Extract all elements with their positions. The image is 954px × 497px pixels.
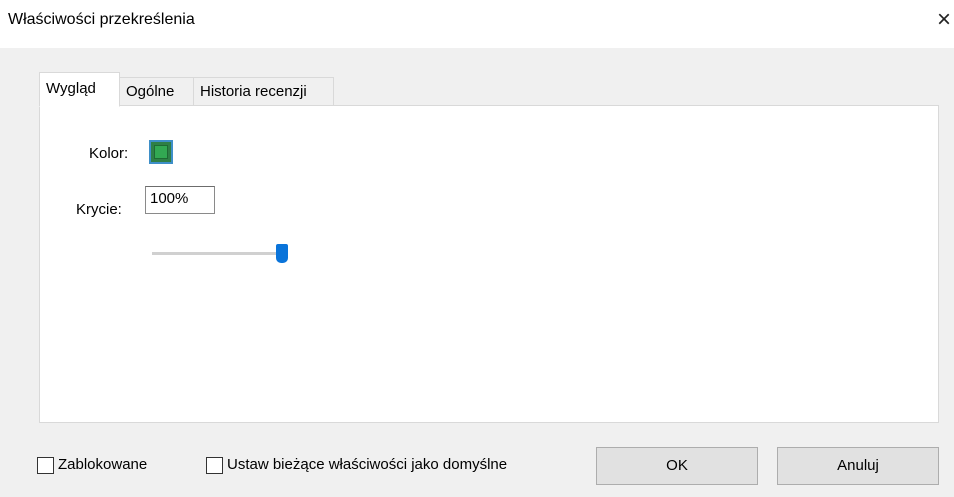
title-bar: Właściwości przekreślenia × — [0, 0, 954, 48]
opacity-slider-track[interactable] — [152, 252, 282, 255]
tab-historia-recenzji[interactable]: Historia recenzji — [193, 77, 334, 105]
color-swatch[interactable] — [149, 140, 173, 164]
opacity-slider-thumb[interactable] — [276, 244, 288, 263]
locked-checkbox[interactable] — [37, 457, 54, 474]
cancel-button[interactable]: Anuluj — [777, 447, 939, 485]
set-default-checkbox[interactable] — [206, 457, 223, 474]
opacity-field[interactable]: 100% — [145, 186, 215, 214]
locked-label: Zablokowane — [58, 456, 148, 473]
dialog-title: Właściwości przekreślenia — [8, 11, 195, 28]
opacity-slider-fill — [152, 252, 282, 255]
color-label: Kolor: — [89, 145, 129, 162]
tab-ogolne[interactable]: Ogólne — [119, 77, 194, 105]
set-default-label: Ustaw bieżące właściwości jako domyślne — [227, 456, 508, 473]
ok-button[interactable]: OK — [596, 447, 758, 485]
close-icon[interactable]: × — [937, 6, 954, 34]
tab-panel-wyglad — [39, 105, 939, 423]
opacity-label: Krycie: — [76, 201, 122, 218]
tab-wyglad[interactable]: Wygląd — [39, 72, 120, 107]
